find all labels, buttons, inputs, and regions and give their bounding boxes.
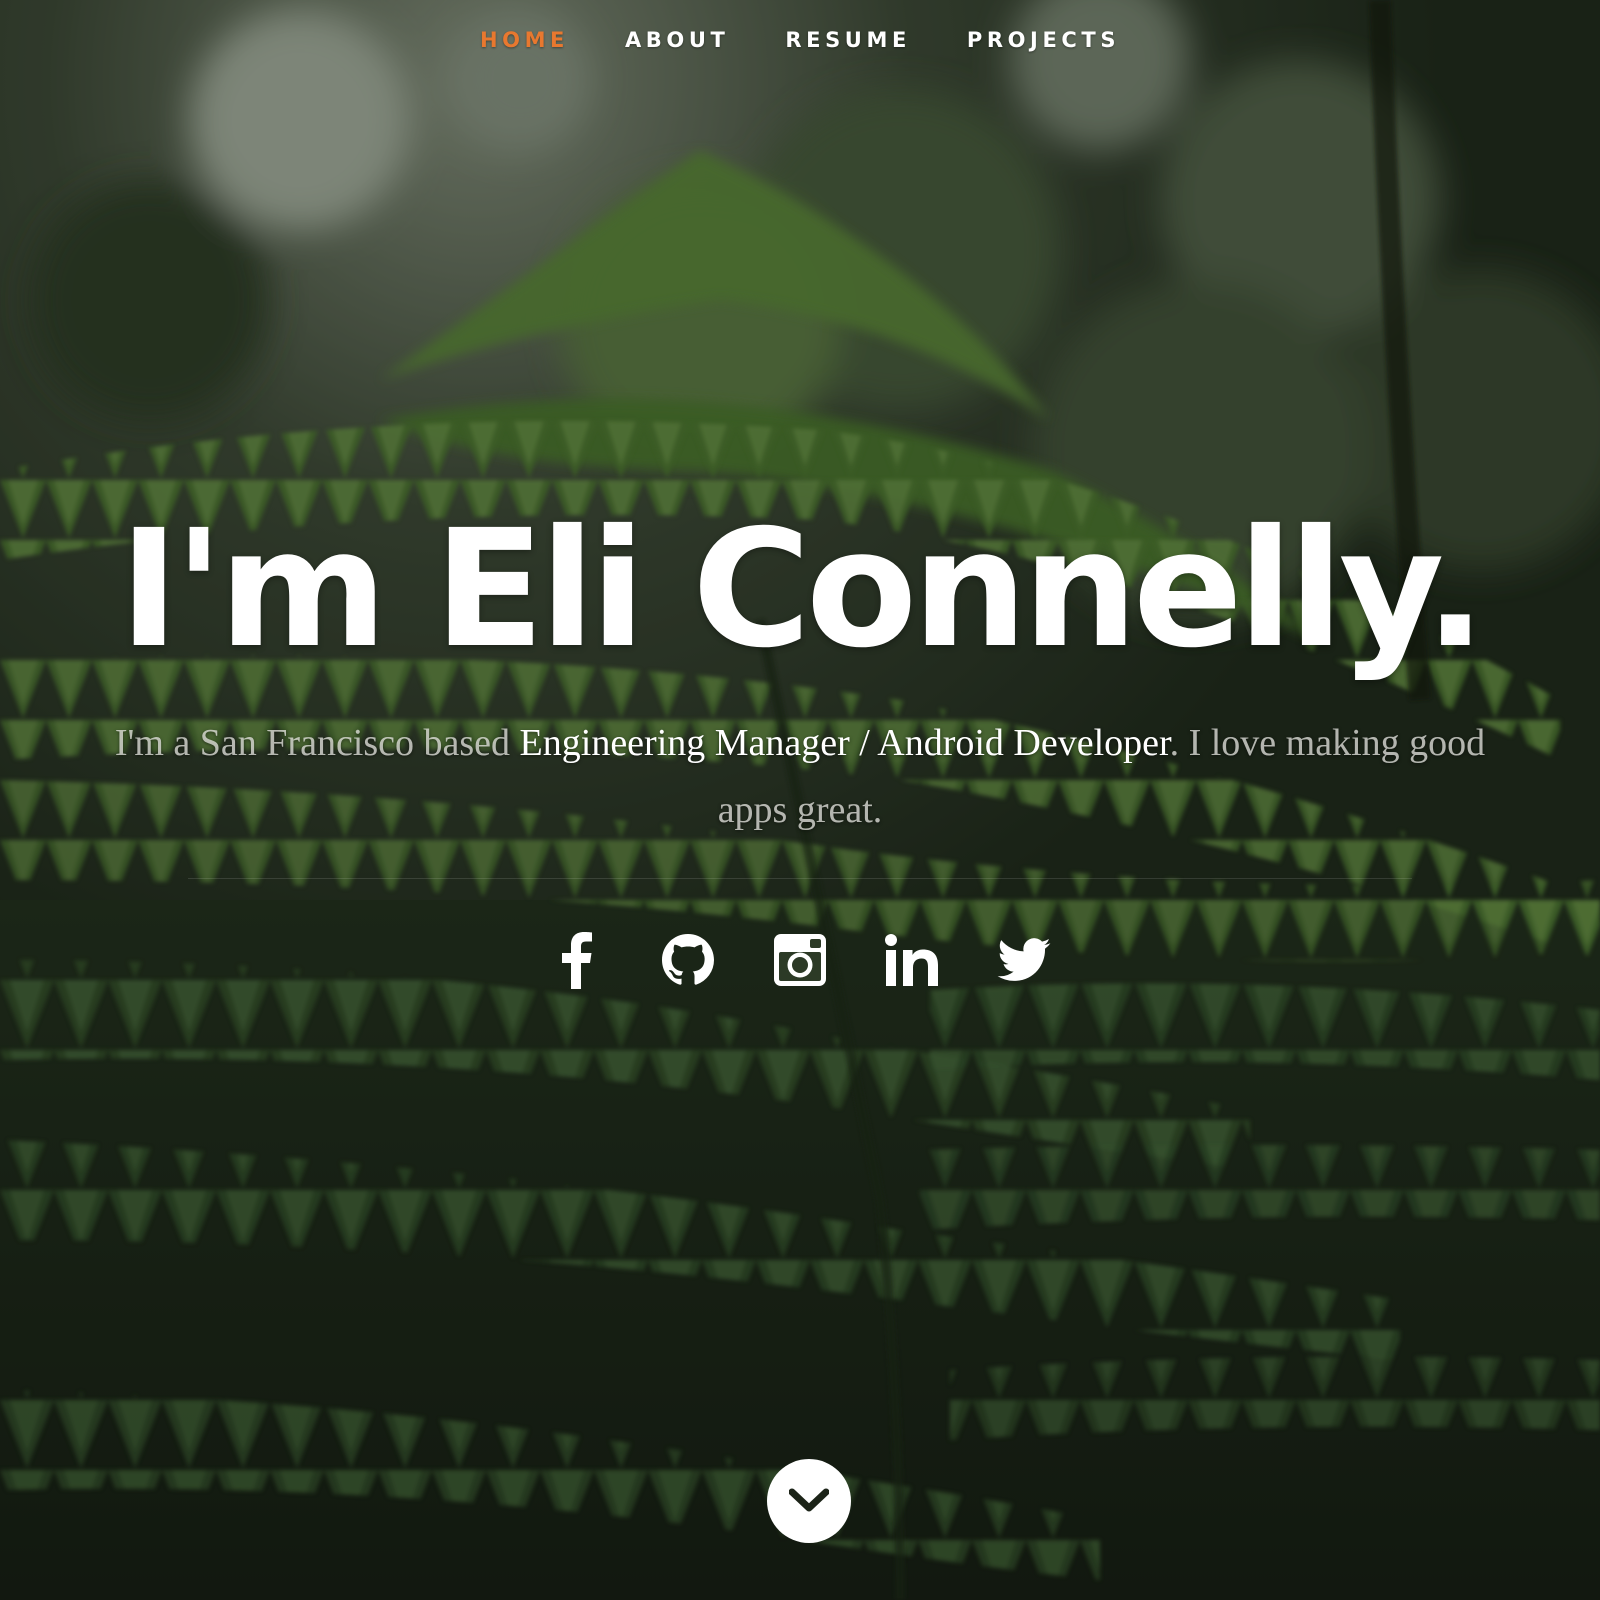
hero-headline: I'm Eli Connelly. — [118, 496, 1486, 684]
twitter-link[interactable] — [968, 925, 1080, 995]
hero-content: I'm Eli Connelly. I'm a San Francisco ba… — [0, 500, 1600, 995]
facebook-link[interactable] — [520, 925, 632, 995]
github-link[interactable] — [632, 925, 744, 995]
github-icon — [662, 934, 714, 985]
social-links — [0, 925, 1600, 995]
instagram-link[interactable] — [744, 925, 856, 995]
intro-text-start: I'm a San Francisco based — [114, 722, 520, 764]
instagram-icon — [774, 934, 826, 986]
hero-divider — [188, 878, 1412, 879]
hero-intro: I'm a San Francisco based Engineering Ma… — [80, 710, 1520, 844]
chevron-down-icon — [789, 1488, 829, 1512]
linkedin-link[interactable] — [856, 925, 968, 995]
nav-about[interactable]: ABOUT — [625, 28, 730, 52]
nav-home[interactable]: HOME — [480, 28, 569, 52]
nav-projects[interactable]: PROJECTS — [967, 28, 1120, 52]
linkedin-icon — [885, 934, 938, 986]
hero-section: HOME ABOUT RESUME PROJECTS I'm Eli Conne… — [0, 0, 1600, 1600]
scroll-down-button[interactable] — [767, 1459, 851, 1543]
nav-resume[interactable]: RESUME — [785, 28, 911, 52]
twitter-icon — [997, 938, 1051, 981]
main-nav: HOME ABOUT RESUME PROJECTS — [0, 28, 1600, 52]
intro-role-highlight: Engineering Manager / Android Developer — [519, 722, 1170, 764]
facebook-icon — [562, 932, 592, 989]
